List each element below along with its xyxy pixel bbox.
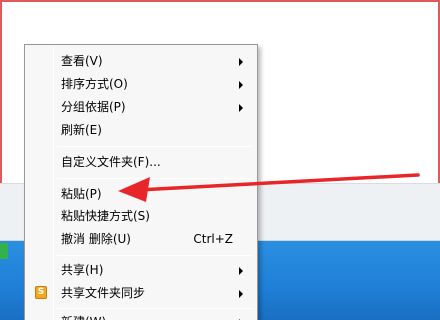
menu-item-label: 自定义文件夹(F)... [61,155,161,169]
menu-item-view[interactable]: 查看(V) [27,50,255,72]
menu-item-label: 排序方式(O) [61,77,128,91]
menu-item-label: 共享文件夹同步 [61,286,146,300]
submenu-arrow-icon [239,104,243,112]
menu-item-shortcut: Ctrl+Z [193,232,233,246]
menu-separator [57,255,253,256]
menu-item-undo-delete[interactable]: 撤消 删除(U) Ctrl+Z [27,228,255,250]
menu-item-share[interactable]: 共享(H) [27,259,255,281]
menu-item-group-by[interactable]: 分组依据(P) [27,96,255,118]
menu-item-refresh[interactable]: 刷新(E) [27,119,255,141]
menu-separator [57,308,253,309]
menu-item-label: 查看(V) [61,54,103,68]
menu-item-label: 共享(H) [61,263,104,277]
menu-item-new[interactable]: 新建(W) [27,311,255,320]
menu-separator [57,146,253,147]
menu-item-sort-by[interactable]: 排序方式(O) [27,73,255,95]
menu-item-label: 新建(W) [61,311,106,320]
menu-item-shared-folder-sync[interactable]: S 共享文件夹同步 [27,282,255,304]
submenu-arrow-icon [239,81,243,89]
desktop-icon-fragment [0,243,8,259]
context-menu: 查看(V) 排序方式(O) 分组依据(P) 刷新(E) 自定义文件夹(F)...… [24,44,258,320]
menu-item-label: 分组依据(P) [61,100,126,114]
submenu-arrow-icon [239,290,243,298]
sync-folder-icon: S [35,286,47,299]
menu-item-customize-folder[interactable]: 自定义文件夹(F)... [27,151,255,173]
menu-item-label: 撤消 删除(U) [61,232,131,246]
window-top-border [0,0,440,2]
menu-item-label: 粘贴快捷方式(S) [61,209,150,223]
menu-item-label: 刷新(E) [61,123,102,137]
menu-item-label: 粘贴(P) [61,187,102,201]
menu-item-paste[interactable]: 粘贴(P) [27,183,255,205]
submenu-arrow-icon [239,267,243,275]
submenu-arrow-icon [239,58,243,66]
menu-item-paste-shortcut[interactable]: 粘贴快捷方式(S) [27,205,255,227]
menu-separator [57,178,253,179]
